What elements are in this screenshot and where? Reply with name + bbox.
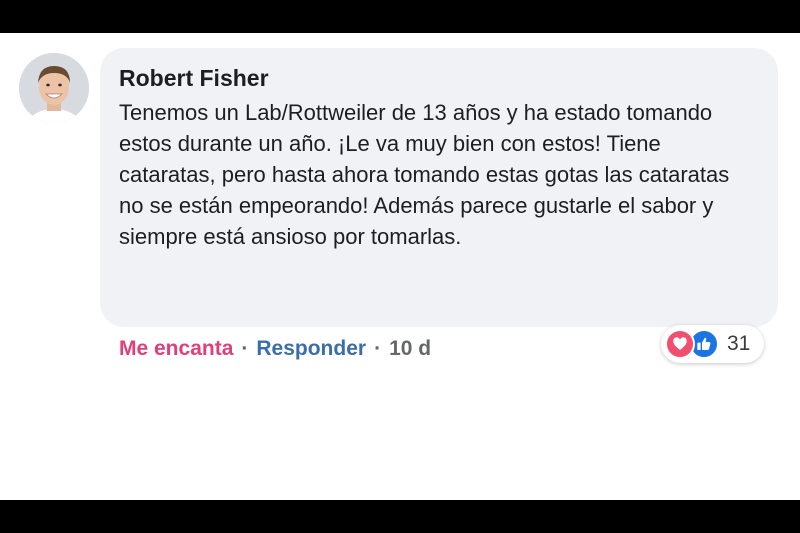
reply-link[interactable]: Responder <box>256 337 366 361</box>
comment-timestamp[interactable]: 10 d <box>389 337 431 361</box>
love-reaction-link[interactable]: Me encanta <box>119 337 233 361</box>
separator-dot: · <box>374 337 382 360</box>
comment-author[interactable]: Robert Fisher <box>119 64 758 92</box>
comment-frame: Robert Fisher Tenemos un Lab/Rottweiler … <box>0 33 800 500</box>
avatar-photo <box>19 53 89 123</box>
avatar[interactable] <box>19 53 89 123</box>
comment-actions: Me encanta · Responder · 10 d <box>119 333 431 365</box>
reaction-summary[interactable]: 31 <box>661 325 765 363</box>
heart-icon <box>665 329 695 359</box>
reaction-count: 31 <box>727 332 751 355</box>
separator-dot: · <box>241 337 249 360</box>
comment-text: Tenemos un Lab/Rottweiler de 13 años y h… <box>119 100 730 249</box>
comment-bubble: Robert Fisher Tenemos un Lab/Rottweiler … <box>100 48 778 327</box>
